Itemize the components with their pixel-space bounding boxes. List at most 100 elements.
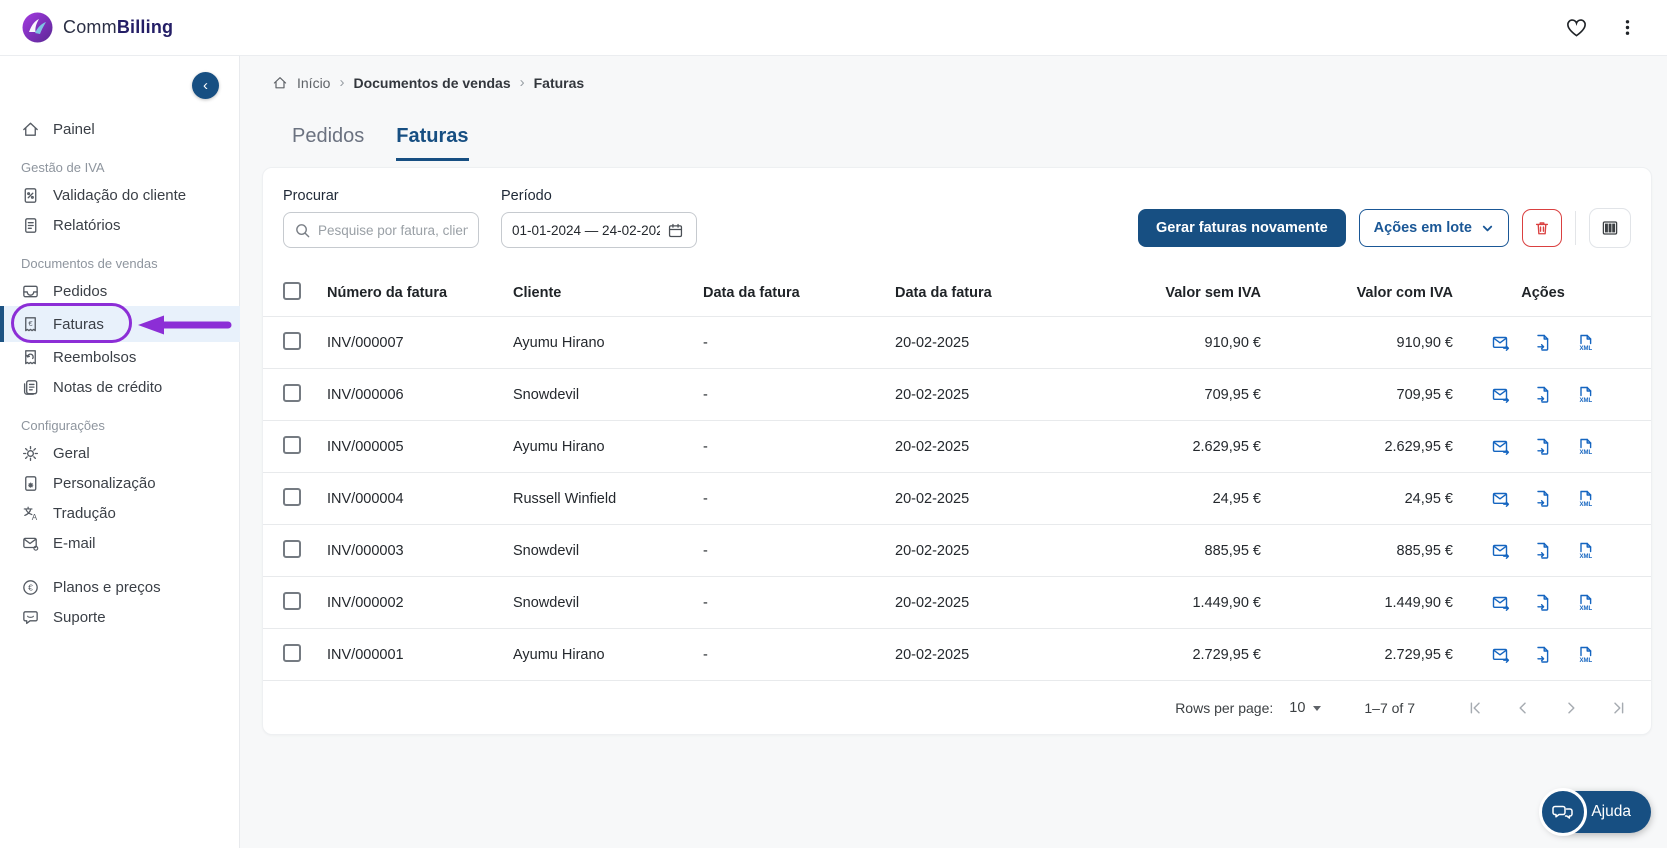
sidebar-item-planos-precos[interactable]: € Planos e preços — [0, 572, 240, 602]
invoice-number-cell: INV/000006 — [327, 386, 404, 403]
send-email-icon[interactable] — [1491, 385, 1511, 405]
sidebar-item-label: Reembolsos — [53, 348, 137, 366]
table-row: INV/000004 Russell Winfield - 20-02-2025… — [263, 472, 1651, 524]
send-email-icon[interactable] — [1491, 489, 1511, 509]
net-amount-cell: 2.729,95 € — [1192, 646, 1261, 663]
home-icon — [21, 120, 40, 139]
sidebar: ‹ Painel Gestão de IVA Validação do clie… — [0, 56, 240, 848]
net-amount-cell: 1.449,90 € — [1192, 594, 1261, 611]
svg-text:XML: XML — [1579, 398, 1592, 404]
sidebar-item-traducao[interactable]: A Tradução — [0, 498, 240, 528]
download-xml-icon[interactable]: XML — [1575, 333, 1595, 353]
breadcrumb: Início › Documentos de vendas › Faturas — [262, 74, 1652, 91]
toolbar-divider — [1575, 211, 1576, 245]
send-email-icon[interactable] — [1491, 593, 1511, 613]
first-page-icon[interactable] — [1465, 698, 1485, 718]
next-page-icon[interactable] — [1561, 698, 1581, 718]
pagination-range: 1–7 of 7 — [1364, 699, 1415, 716]
gross-amount-cell: 885,95 € — [1396, 542, 1453, 559]
svg-text:XML: XML — [1579, 346, 1592, 352]
rows-per-page-select[interactable]: 10 — [1289, 700, 1322, 716]
download-document-icon[interactable] — [1533, 593, 1553, 613]
sidebar-item-email[interactable]: E-mail — [0, 528, 240, 558]
row-checkbox[interactable] — [283, 383, 301, 402]
columns-view-button[interactable] — [1589, 208, 1631, 248]
send-email-icon[interactable] — [1491, 437, 1511, 457]
sidebar-item-painel[interactable]: Painel — [0, 114, 240, 144]
more-options-kebab-icon[interactable] — [1616, 16, 1639, 39]
invoice-number-cell: INV/000004 — [327, 490, 404, 507]
invoice-date-2-cell: 20-02-2025 — [895, 490, 970, 507]
send-email-icon[interactable] — [1491, 541, 1511, 561]
download-document-icon[interactable] — [1533, 489, 1553, 509]
sidebar-item-label: Tradução — [53, 504, 116, 522]
svg-text:€: € — [28, 318, 33, 327]
regenerate-invoices-button[interactable]: Gerar faturas novamente — [1138, 209, 1346, 247]
credit-note-icon — [21, 378, 40, 397]
breadcrumb-inicio[interactable]: Início — [297, 75, 330, 91]
trash-icon — [1533, 219, 1551, 237]
brand-logo-icon — [22, 12, 53, 43]
row-checkbox[interactable] — [283, 591, 301, 610]
table-row: INV/000003 Snowdevil - 20-02-2025 885,95… — [263, 524, 1651, 576]
sidebar-item-pedidos[interactable]: Pedidos — [0, 276, 240, 306]
calendar-icon — [667, 222, 684, 239]
row-checkbox[interactable] — [283, 487, 301, 506]
download-xml-icon[interactable]: XML — [1575, 593, 1595, 613]
download-document-icon[interactable] — [1533, 437, 1553, 457]
previous-page-icon[interactable] — [1513, 698, 1533, 718]
tab-pedidos[interactable]: Pedidos — [292, 125, 364, 161]
row-checkbox[interactable] — [283, 539, 301, 558]
sidebar-item-notas-credito[interactable]: Notas de crédito — [0, 372, 240, 402]
sidebar-item-geral[interactable]: Geral — [0, 438, 240, 468]
invoice-date-2-cell: 20-02-2025 — [895, 594, 970, 611]
download-xml-icon[interactable]: XML — [1575, 489, 1595, 509]
invoice-date-2-cell: 20-02-2025 — [895, 646, 970, 663]
download-xml-icon[interactable]: XML — [1575, 385, 1595, 405]
delete-button[interactable] — [1522, 209, 1562, 247]
inbox-icon — [21, 282, 40, 301]
download-document-icon[interactable] — [1533, 333, 1553, 353]
row-checkbox[interactable] — [283, 435, 301, 454]
select-all-checkbox[interactable] — [283, 282, 301, 300]
invoices-table: Número da fatura Cliente Data da fatura … — [263, 270, 1651, 680]
house-icon — [272, 75, 288, 91]
sidebar-item-reembolsos[interactable]: Reembolsos — [0, 342, 240, 372]
row-checkbox[interactable] — [283, 331, 301, 350]
download-document-icon[interactable] — [1533, 645, 1553, 665]
download-xml-icon[interactable]: XML — [1575, 541, 1595, 561]
sidebar-item-relatorios[interactable]: Relatórios — [0, 210, 240, 240]
sidebar-item-suporte[interactable]: Suporte — [0, 602, 240, 632]
sidebar-heading-documentos-vendas: Documentos de vendas — [21, 256, 158, 271]
report-document-icon — [21, 216, 40, 235]
download-document-icon[interactable] — [1533, 541, 1553, 561]
invoices-card: Procurar Período 01-01-2024 — 24-02-202 — [262, 167, 1652, 735]
download-xml-icon[interactable]: XML — [1575, 645, 1595, 665]
svg-text:XML: XML — [1579, 554, 1592, 560]
send-email-icon[interactable] — [1491, 645, 1511, 665]
search-input[interactable] — [318, 222, 468, 238]
sidebar-item-faturas[interactable]: € Faturas — [0, 303, 240, 343]
row-checkbox[interactable] — [283, 643, 301, 662]
send-email-icon[interactable] — [1491, 333, 1511, 353]
table-body: INV/000007 Ayumu Hirano - 20-02-2025 910… — [263, 316, 1651, 680]
download-document-icon[interactable] — [1533, 385, 1553, 405]
invoice-date-1-cell: - — [703, 334, 708, 351]
sidebar-collapse-button[interactable]: ‹ — [192, 72, 219, 99]
table-row: INV/000002 Snowdevil - 20-02-2025 1.449,… — [263, 576, 1651, 628]
sidebar-item-validacao-cliente[interactable]: Validação do cliente — [0, 180, 240, 210]
invoice-date-2-cell: 20-02-2025 — [895, 438, 970, 455]
batch-actions-button[interactable]: Ações em lote — [1358, 209, 1509, 247]
download-xml-icon[interactable]: XML — [1575, 437, 1595, 457]
invoice-date-2-cell: 20-02-2025 — [895, 334, 970, 351]
breadcrumb-documentos-vendas[interactable]: Documentos de vendas — [353, 75, 510, 91]
gross-amount-cell: 24,95 € — [1404, 490, 1453, 507]
sidebar-item-label: Notas de crédito — [53, 378, 163, 396]
period-input[interactable]: 01-01-2024 — 24-02-202 — [501, 212, 697, 248]
favorite-heart-icon[interactable] — [1563, 14, 1590, 41]
help-button[interactable]: Ajuda — [1539, 788, 1651, 836]
tab-faturas[interactable]: Faturas — [396, 125, 469, 161]
invoice-date-1-cell: - — [703, 490, 708, 507]
last-page-icon[interactable] — [1609, 698, 1629, 718]
sidebar-item-personalizacao[interactable]: Personalização — [0, 468, 240, 498]
